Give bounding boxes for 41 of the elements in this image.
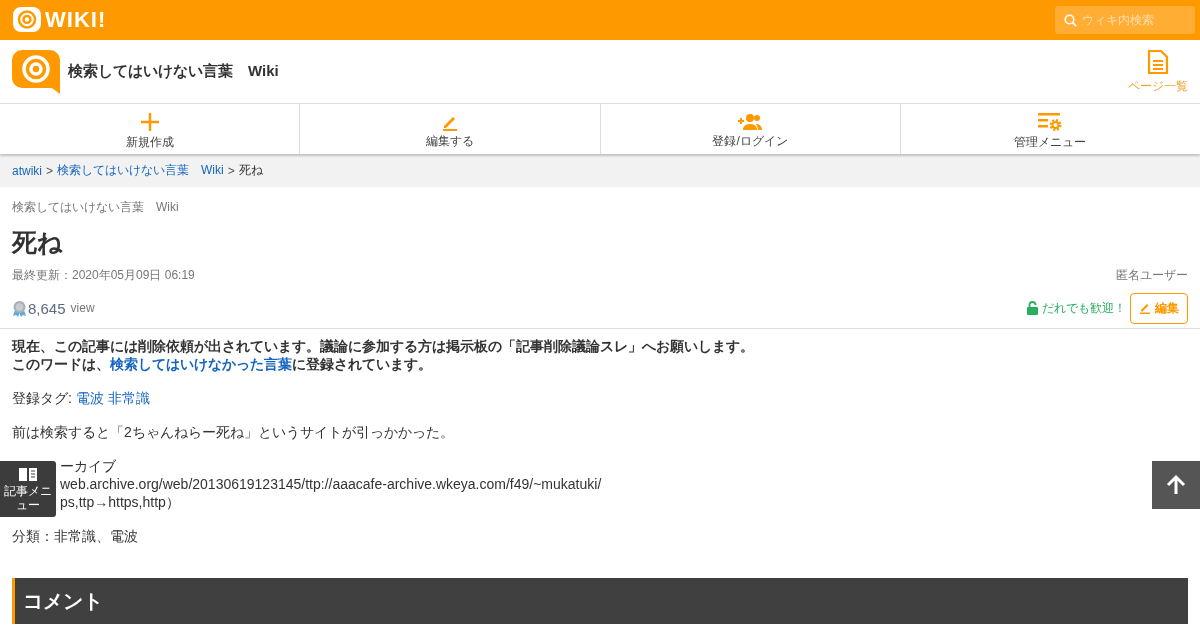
pencil-icon [1139,302,1151,314]
body-text: ーカイブ [60,457,116,475]
book-icon [18,466,38,483]
view-unit: view [70,301,95,315]
nav-button[interactable]: 編集する [300,104,601,154]
medal-icon [12,299,27,317]
document-icon [1147,48,1169,75]
tag-link[interactable]: 非常識 [107,390,150,406]
page-title: 死ね [12,227,64,258]
settings-icon [1037,111,1064,132]
breadcrumb-link[interactable]: atwiki [12,163,42,178]
site-name: 検索してはいけない言葉 Wiki [12,199,180,216]
nav-button[interactable]: 管理メニュー [900,104,1200,154]
breadcrumb-separator: > [46,163,54,178]
breadcrumb-separator: > [227,163,235,178]
breadcrumb-link[interactable]: 検索してはいけない言葉 Wiki [57,162,224,179]
body-text: ps,ttp→https,http） [60,493,180,511]
body-text: 分類：非常識、電波 [12,527,139,545]
deletion-notice: 現在、この記事には削除依頼が出されています。議論に参加する方は掲示板の「記事削除議論スレ」へお願いします。 [12,337,755,355]
deletion-notice: このワードは、検索してはいけなかった言葉に登録されています。 [12,355,433,373]
author-name: 匿名ユーザー [1116,267,1188,284]
tag-link[interactable]: 電波 [75,390,104,406]
body-text: web.archive.org/web/20130619123145/ttp://aaacafe-archive.wkeya.com/f49/~mukatuki/ [60,475,602,493]
site-title[interactable]: 検索してはいけない言葉 Wiki [68,62,279,81]
permission-text: だれでも歓迎！ [1042,299,1126,317]
view-count: 8,645 [28,299,66,317]
plus-icon [139,111,160,132]
breadcrumb-current: 死ね [238,162,263,179]
search-icon [1064,14,1077,27]
category-link[interactable]: 検索してはいけなかった言葉 [110,356,292,372]
body-text: 前は検索すると「2ちゃんねらー死ね」というサイトが引っかかった。 [12,423,455,441]
back-to-top-button[interactable] [1152,461,1200,509]
unlock-icon [1027,301,1038,315]
article-menu-button[interactable]: 記事メニュー [0,461,56,517]
tags-label: 登録タグ: [12,390,72,406]
comment-heading: コメント [12,578,1188,624]
user-add-icon [737,112,764,131]
last-updated: 最終更新：2020年05月09日 06:19 [12,267,195,284]
up-arrow-icon [1165,474,1187,496]
nav-button[interactable]: 登録/ログイン [600,104,901,154]
nav-button[interactable]: 新規作成 [0,104,301,154]
